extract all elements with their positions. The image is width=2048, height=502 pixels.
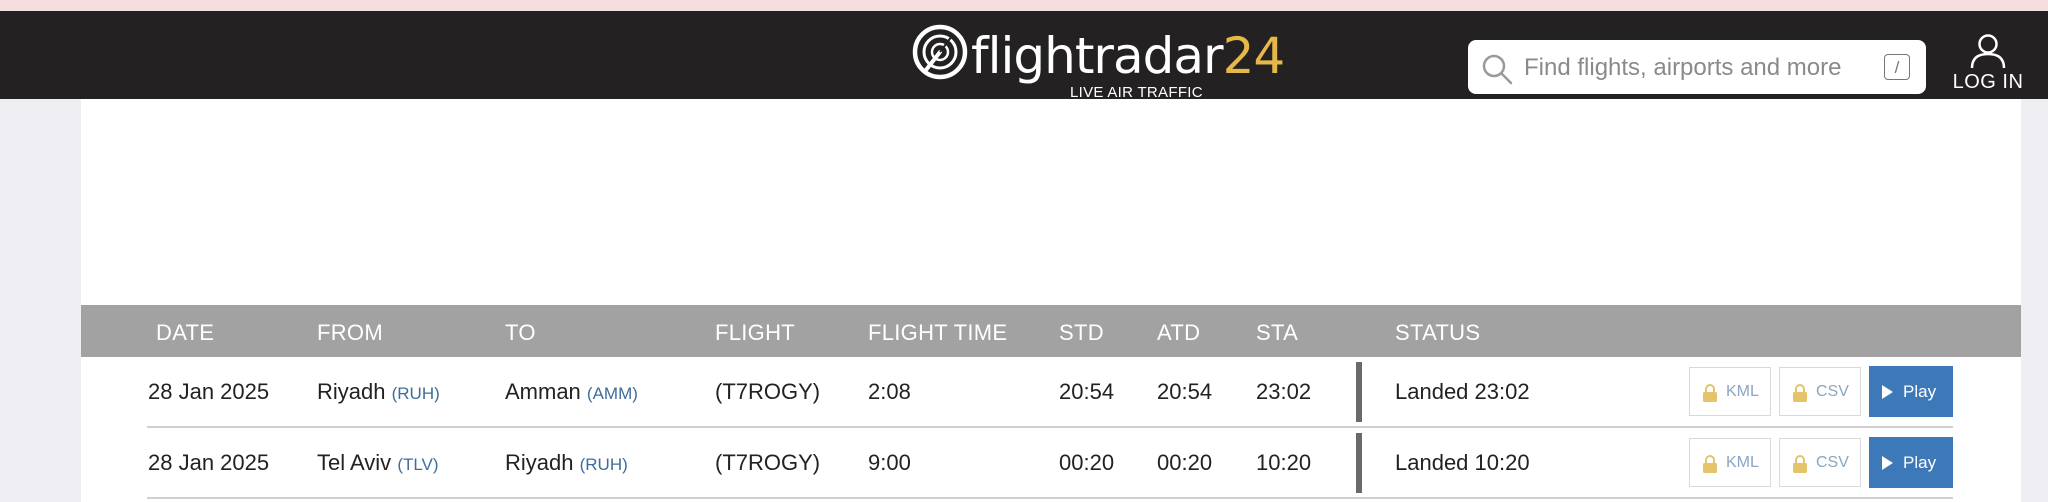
- search-shortcut-key: /: [1884, 54, 1910, 80]
- from-airport-code[interactable]: (RUH): [392, 384, 440, 403]
- play-icon: [1882, 456, 1893, 470]
- row-status: Landed 23:02: [1395, 379, 1530, 404]
- row-flight-time: 9:00: [868, 450, 911, 475]
- login-label: LOG IN: [1952, 71, 2024, 93]
- lock-icon: [1703, 384, 1717, 402]
- play-button[interactable]: Play: [1869, 437, 1953, 488]
- row-to: Amman (AMM): [505, 379, 638, 405]
- to-city: Riyadh: [505, 450, 574, 475]
- to-city: Amman: [505, 379, 581, 404]
- status-divider: [1356, 362, 1362, 422]
- lock-icon: [1793, 384, 1807, 402]
- table-header: DATE FROM TO FLIGHT FLIGHT TIME STD ATD …: [81, 305, 2021, 357]
- status-divider: [1356, 433, 1362, 493]
- row-date: 28 Jan 2025: [148, 450, 270, 475]
- user-icon: [1970, 34, 2006, 69]
- table-row[interactable]: 28 Jan 2025 Tel Aviv (TLV) Riyadh (RUH) …: [81, 428, 2021, 499]
- column-header-std: STD: [1059, 320, 1104, 345]
- kml-label: KML: [1726, 454, 1759, 471]
- row-to: Riyadh (RUH): [505, 450, 628, 476]
- row-date: 28 Jan 2025: [148, 379, 270, 404]
- from-city: Riyadh: [317, 379, 386, 404]
- kml-download-button[interactable]: KML: [1689, 367, 1771, 416]
- play-button[interactable]: Play: [1869, 366, 1953, 417]
- row-flight-time: 2:08: [868, 379, 911, 404]
- to-airport-code[interactable]: (RUH): [580, 455, 628, 474]
- row-std: 20:54: [1059, 379, 1115, 404]
- column-header-from: FROM: [317, 320, 383, 345]
- row-flight: (T7ROGY): [715, 379, 821, 404]
- csv-label: CSV: [1816, 454, 1849, 471]
- column-header-atd: ATD: [1157, 320, 1201, 345]
- table-row[interactable]: 28 Jan 2025 Riyadh (RUH) Amman (AMM) (T7…: [81, 357, 2021, 428]
- search-box[interactable]: /: [1468, 40, 1926, 94]
- site-header: flightradar24 LIVE AIR TRAFFIC / LOG IN: [0, 11, 2048, 101]
- column-header-to: TO: [505, 320, 536, 345]
- column-header-date: DATE: [156, 320, 215, 345]
- kml-download-button[interactable]: KML: [1689, 438, 1771, 487]
- top-banner-strip: [0, 0, 2048, 11]
- login-button[interactable]: LOG IN: [1948, 33, 2028, 103]
- column-header-status: STATUS: [1395, 320, 1481, 345]
- logo-wordmark: flightradar24: [971, 31, 1285, 81]
- kml-label: KML: [1726, 383, 1759, 400]
- lock-icon: [1793, 455, 1807, 473]
- play-label: Play: [1903, 453, 1937, 472]
- search-icon: [1482, 54, 1513, 85]
- flightradar24-logo[interactable]: flightradar24 LIVE AIR TRAFFIC: [912, 24, 1285, 104]
- to-airport-code[interactable]: (AMM): [587, 384, 638, 403]
- row-status: Landed 10:20: [1395, 450, 1530, 475]
- row-sta: 10:20: [1256, 450, 1312, 475]
- csv-download-button[interactable]: CSV: [1779, 367, 1861, 416]
- logo-number: 24: [1222, 27, 1286, 85]
- row-atd: 00:20: [1157, 450, 1213, 475]
- logo-text: flightradar: [971, 27, 1224, 85]
- row-separator: [147, 497, 1953, 499]
- lock-icon: [1703, 455, 1717, 473]
- column-header-flight-time: FLIGHT TIME: [868, 320, 1008, 345]
- column-header-flight: FLIGHT: [715, 320, 796, 345]
- row-from: Riyadh (RUH): [317, 379, 440, 405]
- play-icon: [1882, 385, 1893, 399]
- search-input[interactable]: [1522, 50, 1856, 86]
- from-city: Tel Aviv: [317, 450, 392, 475]
- from-airport-code[interactable]: (TLV): [397, 455, 438, 474]
- row-atd: 20:54: [1157, 379, 1213, 404]
- radar-logo-icon: [912, 24, 968, 80]
- play-label: Play: [1903, 382, 1937, 401]
- csv-download-button[interactable]: CSV: [1779, 438, 1861, 487]
- row-sta: 23:02: [1256, 379, 1312, 404]
- row-flight: (T7ROGY): [715, 450, 821, 475]
- row-from: Tel Aviv (TLV): [317, 450, 439, 476]
- column-header-sta: STA: [1256, 320, 1299, 345]
- csv-label: CSV: [1816, 383, 1849, 400]
- row-std: 00:20: [1059, 450, 1115, 475]
